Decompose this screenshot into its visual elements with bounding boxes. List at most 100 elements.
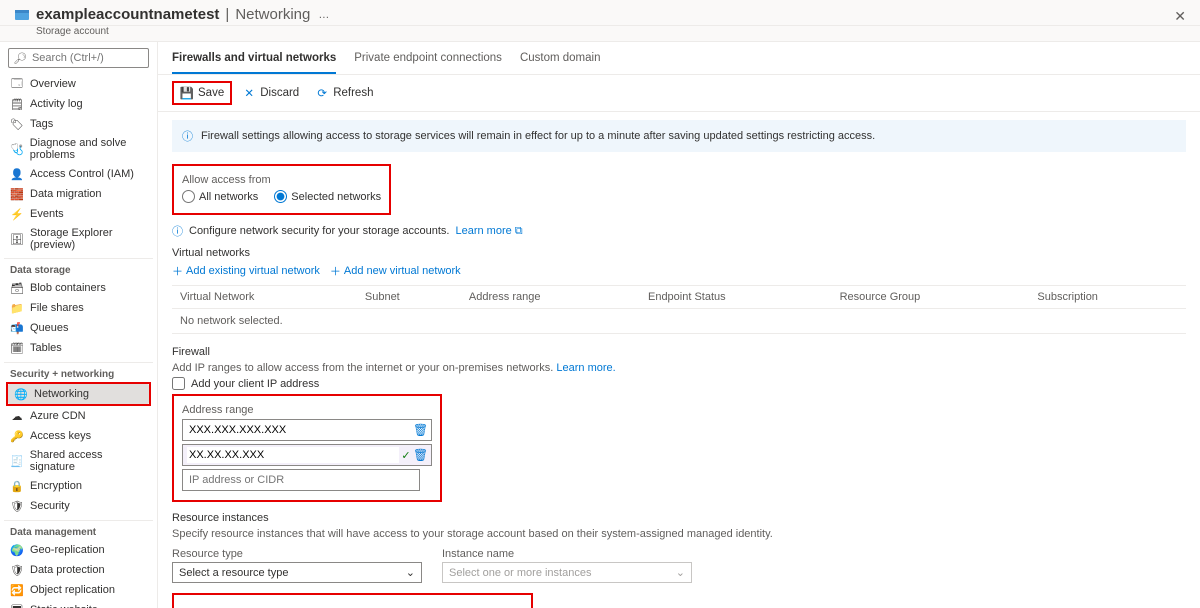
sidebar-item-events[interactable]: ⚡Events bbox=[4, 204, 153, 224]
inst-name-dropdown[interactable]: Select one or more instances ⌄ bbox=[442, 562, 692, 583]
col-sub[interactable]: Subscription bbox=[1029, 286, 1186, 309]
inst-name-label: Instance name bbox=[442, 548, 692, 560]
resinst-desc: Specify resource instances that will hav… bbox=[172, 528, 1186, 540]
sidebar-item-azure-cdn[interactable]: ☁Azure CDN bbox=[4, 406, 153, 426]
networking-icon: 🌐 bbox=[14, 387, 28, 401]
allow-access-label: Allow access from bbox=[182, 174, 381, 186]
chevron-down-icon: ⌄ bbox=[406, 566, 415, 579]
toolbar: 💾 Save ✕ Discard ⟳ Refresh bbox=[158, 75, 1200, 112]
log-icon: 🗒 bbox=[10, 97, 24, 111]
discard-button[interactable]: ✕ Discard bbox=[236, 83, 305, 103]
ip-row-new bbox=[182, 469, 420, 491]
tab-firewalls[interactable]: Firewalls and virtual networks bbox=[172, 48, 336, 74]
sidebar-item-storage-explorer[interactable]: 🗄Storage Explorer (preview) bbox=[4, 224, 153, 254]
events-icon: ⚡ bbox=[10, 207, 24, 221]
sas-icon: 🧾 bbox=[10, 454, 24, 468]
vnet-table: Virtual Network Subnet Address range End… bbox=[172, 285, 1186, 334]
col-vnet[interactable]: Virtual Network bbox=[172, 286, 357, 309]
col-subnet[interactable]: Subnet bbox=[357, 286, 461, 309]
sidebar-item-queues[interactable]: 📬Queues bbox=[4, 318, 153, 338]
col-endpoint[interactable]: Endpoint Status bbox=[640, 286, 832, 309]
sidebar-group-security: Security + networking bbox=[4, 362, 153, 382]
geo-icon: 🌍 bbox=[10, 543, 24, 557]
radio-all-networks[interactable]: All networks bbox=[182, 190, 258, 203]
ip-input-1[interactable] bbox=[187, 422, 413, 438]
sidebar-item-data-migration[interactable]: 🧱Data migration bbox=[4, 184, 153, 204]
sidebar-item-tables[interactable]: 🗓Tables bbox=[4, 338, 153, 358]
sidebar-item-static-website[interactable]: 🖥Static website bbox=[4, 600, 153, 608]
add-client-ip-checkbox[interactable] bbox=[172, 377, 185, 390]
ip-input-new[interactable] bbox=[187, 472, 415, 488]
resinst-heading: Resource instances bbox=[172, 512, 1186, 524]
queue-icon: 📬 bbox=[10, 321, 24, 335]
title-separator: | bbox=[225, 6, 229, 23]
blade-section: Networking bbox=[235, 6, 310, 23]
info-text: Firewall settings allowing access to sto… bbox=[201, 130, 875, 142]
table-icon: 🗓 bbox=[10, 341, 24, 355]
refresh-icon: ⟳ bbox=[315, 86, 329, 100]
sidebar-item-file-shares[interactable]: 📁File shares bbox=[4, 298, 153, 318]
info-banner: ⓘ Firewall settings allowing access to s… bbox=[172, 120, 1186, 152]
more-actions-button[interactable]: … bbox=[318, 9, 329, 21]
sidebar-item-geo-replication[interactable]: 🌍Geo-replication bbox=[4, 540, 153, 560]
sidebar-group-data-storage: Data storage bbox=[4, 258, 153, 278]
delete-ip-1[interactable]: 🗑 bbox=[413, 423, 427, 437]
info-icon: ⓘ bbox=[172, 223, 183, 239]
vnets-heading: Virtual networks bbox=[172, 247, 1186, 259]
allow-access-radios: All networks Selected networks bbox=[182, 188, 381, 207]
migration-icon: 🧱 bbox=[10, 187, 24, 201]
blob-icon: 🗃 bbox=[10, 281, 24, 295]
sidebar-item-data-protection[interactable]: 🛡Data protection bbox=[4, 560, 153, 580]
save-button[interactable]: 💾 Save bbox=[174, 83, 230, 103]
overview-icon: 🗔 bbox=[10, 77, 24, 91]
exceptions-section: Exceptions Allow trusted Microsoft servi… bbox=[172, 593, 533, 608]
refresh-button[interactable]: ⟳ Refresh bbox=[309, 83, 379, 103]
res-type-dropdown[interactable]: Select a resource type ⌄ bbox=[172, 562, 422, 583]
col-addr-range[interactable]: Address range bbox=[461, 286, 640, 309]
sidebar-item-diagnose[interactable]: 🩺Diagnose and solve problems bbox=[4, 134, 153, 164]
main-content: Firewalls and virtual networks Private e… bbox=[158, 42, 1200, 608]
radio-selected-networks[interactable]: Selected networks bbox=[274, 190, 381, 203]
add-new-vnet[interactable]: ＋ Add new virtual network bbox=[330, 263, 461, 279]
explorer-icon: 🗄 bbox=[10, 232, 24, 246]
configure-line: ⓘ Configure network security for your st… bbox=[172, 223, 1186, 239]
firewall-learn-more[interactable]: Learn more. bbox=[556, 362, 615, 374]
sidebar-item-access-keys[interactable]: 🔑Access keys bbox=[4, 426, 153, 446]
blade-header: exampleaccountnametest | Networking … ✕ bbox=[0, 0, 1200, 26]
col-rg[interactable]: Resource Group bbox=[832, 286, 1030, 309]
res-type-label: Resource type bbox=[172, 548, 422, 560]
iam-icon: 👤 bbox=[10, 167, 24, 181]
address-range-section: Address range 🗑 ✓ 🗑 bbox=[172, 394, 442, 502]
tab-private-endpoints[interactable]: Private endpoint connections bbox=[354, 48, 502, 74]
tab-custom-domain[interactable]: Custom domain bbox=[520, 48, 601, 74]
sidebar-item-sas[interactable]: 🧾Shared access signature bbox=[4, 446, 153, 476]
protection-icon: 🛡 bbox=[10, 563, 24, 577]
search-input[interactable] bbox=[30, 51, 158, 65]
close-button[interactable]: ✕ bbox=[1174, 8, 1186, 25]
shield-icon: 🛡 bbox=[10, 499, 24, 513]
sidebar-item-networking[interactable]: 🌐Networking bbox=[8, 384, 149, 404]
sidebar-item-access-control[interactable]: 👤Access Control (IAM) bbox=[4, 164, 153, 184]
add-existing-vnet[interactable]: ＋ Add existing virtual network bbox=[172, 263, 320, 279]
cdn-icon: ☁ bbox=[10, 409, 24, 423]
ip-row-2: ✓ 🗑 bbox=[182, 444, 432, 466]
website-icon: 🖥 bbox=[10, 603, 24, 608]
tag-icon: 🏷 bbox=[10, 117, 24, 131]
ip-input-2[interactable] bbox=[187, 447, 399, 463]
learn-more-link[interactable]: Learn more ⧉ bbox=[455, 225, 522, 238]
storage-account-icon bbox=[14, 7, 30, 23]
sidebar-item-encryption[interactable]: 🔒Encryption bbox=[4, 476, 153, 496]
sidebar-item-object-replication[interactable]: 🔁Object replication bbox=[4, 580, 153, 600]
key-icon: 🔑 bbox=[10, 429, 24, 443]
chevron-down-icon: ⌄ bbox=[676, 566, 685, 579]
sidebar-item-blob-containers[interactable]: 🗃Blob containers bbox=[4, 278, 153, 298]
tabs: Firewalls and virtual networks Private e… bbox=[158, 42, 1200, 75]
addr-range-label: Address range bbox=[182, 404, 432, 416]
sidebar-item-security[interactable]: 🛡Security bbox=[4, 496, 153, 516]
sidebar-item-overview[interactable]: 🗔Overview bbox=[4, 74, 153, 94]
delete-ip-2[interactable]: 🗑 bbox=[413, 448, 427, 462]
firewall-desc: Add IP ranges to allow access from the i… bbox=[172, 362, 1186, 374]
sidebar-item-tags[interactable]: 🏷Tags bbox=[4, 114, 153, 134]
sidebar-item-activity-log[interactable]: 🗒Activity log bbox=[4, 94, 153, 114]
sidebar-search[interactable]: 🔎︎ bbox=[8, 48, 149, 68]
